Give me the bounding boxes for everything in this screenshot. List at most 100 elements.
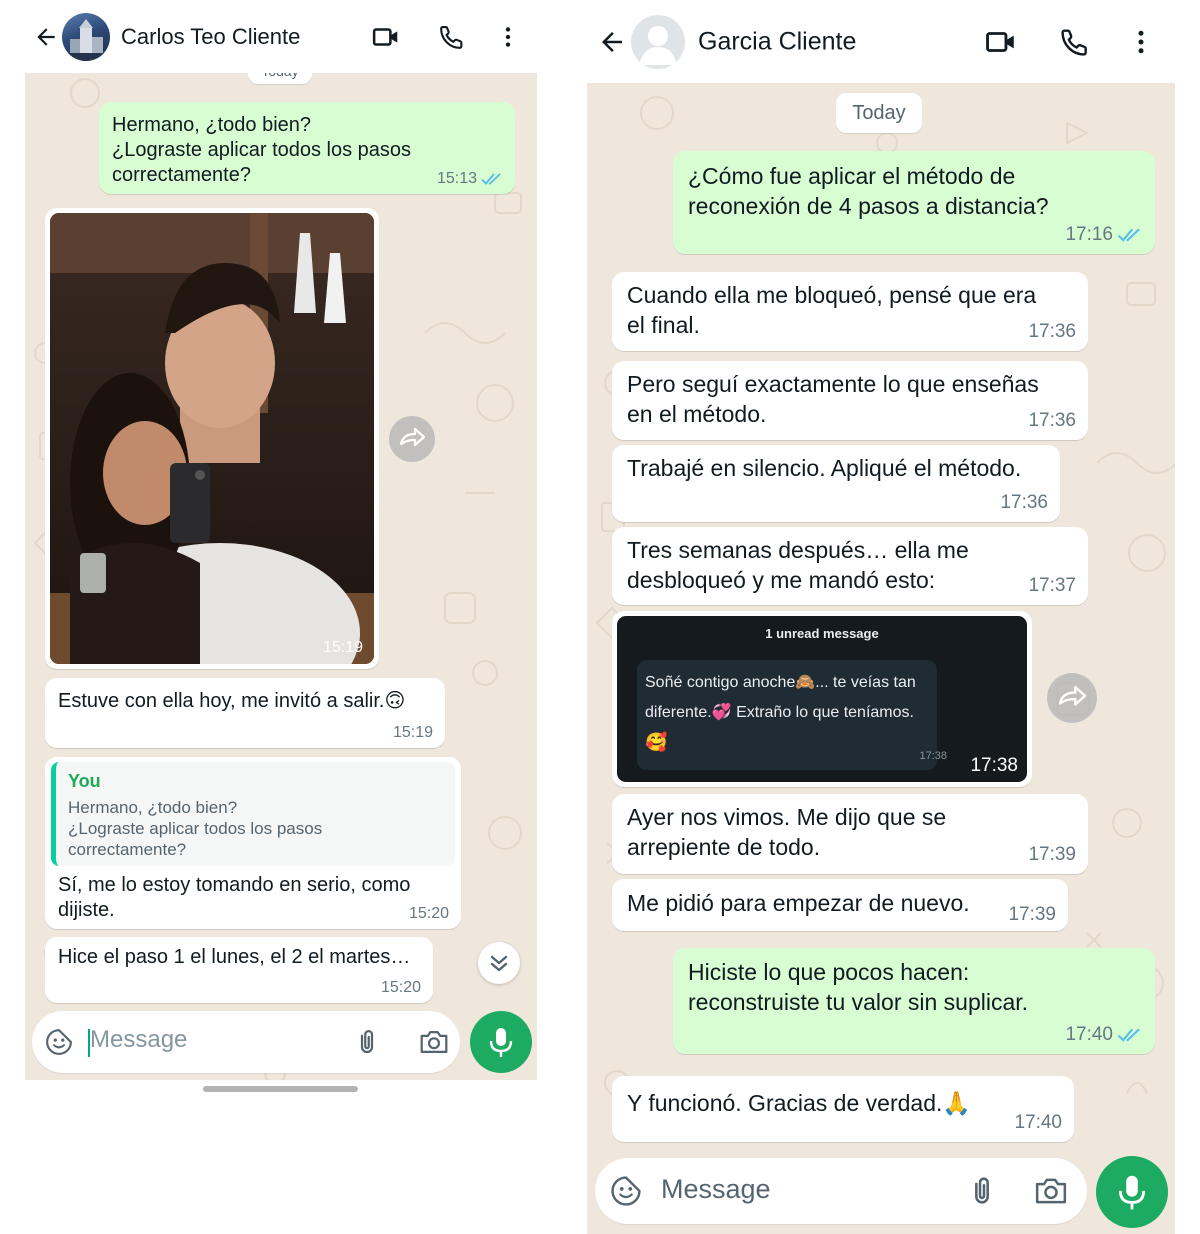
message-meta: 17:36 bbox=[1028, 410, 1076, 432]
message-bubble-incoming[interactable]: Ayer nos vimos. Me dijo que se arrepient… bbox=[612, 794, 1088, 874]
message-time: 17:37 bbox=[1028, 575, 1076, 596]
message-bubble-photo[interactable]: 15:19 bbox=[45, 208, 379, 669]
message-meta: 15:13 bbox=[437, 170, 503, 188]
date-pill: Today bbox=[836, 93, 922, 133]
forward-button[interactable] bbox=[389, 416, 435, 462]
message-time: 17:40 bbox=[1065, 1024, 1113, 1045]
voice-record-button[interactable] bbox=[470, 1011, 532, 1073]
message-composer[interactable]: Message bbox=[595, 1158, 1087, 1224]
gesture-bar[interactable] bbox=[203, 1086, 358, 1092]
forward-icon bbox=[399, 427, 426, 447]
message-text: Hice el paso 1 el lunes, el 2 el martes… bbox=[58, 946, 411, 968]
message-text: Me pidió para empezar de nuevo. bbox=[627, 890, 970, 916]
read-ticks-icon bbox=[1117, 228, 1140, 242]
chat-area[interactable]: Today ¿Cómo fue aplicar el método de rec… bbox=[587, 83, 1175, 1234]
chat-header: Garcia Cliente bbox=[587, 0, 1175, 83]
quoted-chat-bubble: Soñé contigo anoche🙈... te veías tan dif… bbox=[637, 660, 947, 770]
camera-icon[interactable] bbox=[1033, 1174, 1069, 1208]
read-ticks-icon bbox=[481, 173, 501, 185]
attach-icon[interactable] bbox=[965, 1174, 999, 1208]
message-time: 17:38 bbox=[970, 755, 1018, 776]
message-text: Estuve con ella hoy, me invitó a salir.🙃 bbox=[58, 690, 406, 712]
message-composer[interactable]: Message bbox=[32, 1011, 460, 1073]
more-vert-icon[interactable] bbox=[495, 24, 521, 50]
contact-name[interactable]: Carlos Teo Cliente bbox=[121, 24, 300, 50]
message-time: 15:19 bbox=[392, 724, 433, 741]
message-bubble-incoming[interactable]: Estuve con ella hoy, me invitó a salir.🙃… bbox=[45, 678, 445, 748]
message-bubble-outgoing[interactable]: Hermano, ¿todo bien? ¿Lograste aplicar t… bbox=[99, 102, 515, 194]
contact-name[interactable]: Garcia Cliente bbox=[698, 27, 856, 56]
voice-record-button[interactable] bbox=[1096, 1156, 1168, 1228]
video-call-icon[interactable] bbox=[984, 25, 1018, 59]
message-text: Trabajé en silencio. Apliqué el método. bbox=[627, 455, 1022, 481]
message-input[interactable]: Message bbox=[661, 1174, 771, 1205]
unread-label: 1 unread message bbox=[765, 626, 879, 641]
message-meta: 15:20 bbox=[381, 979, 421, 997]
message-bubble-reply[interactable]: You Hermano, ¿todo bien? ¿Lograste aplic… bbox=[45, 757, 461, 929]
message-time: 15:19 bbox=[322, 639, 363, 656]
message-meta: 15:20 bbox=[409, 905, 449, 923]
default-avatar-icon bbox=[639, 25, 677, 65]
message-bubble-incoming[interactable]: Me pidió para empezar de nuevo. 17:39 bbox=[612, 879, 1068, 931]
message-meta: 17:36 bbox=[1028, 321, 1076, 343]
voice-call-icon[interactable] bbox=[438, 23, 466, 51]
shared-photo[interactable] bbox=[50, 213, 374, 664]
sticker-icon[interactable] bbox=[44, 1027, 74, 1057]
message-input[interactable]: Message bbox=[90, 1026, 187, 1054]
message-time: 17:40 bbox=[1014, 1112, 1062, 1133]
scroll-down-button[interactable] bbox=[478, 942, 520, 984]
camera-icon[interactable] bbox=[418, 1027, 450, 1057]
message-time: 15:20 bbox=[380, 979, 421, 996]
message-bubble-incoming[interactable]: Y funcionó. Gracias de verdad.🙏 17:40 bbox=[612, 1076, 1074, 1142]
chat-area[interactable]: Today Hermano, ¿todo bien? ¿Lograste apl… bbox=[25, 73, 537, 1080]
message-meta: 17:39 bbox=[1008, 904, 1056, 926]
message-meta: 17:36 bbox=[1000, 492, 1048, 514]
message-bubble-image[interactable]: 1 unread message Soñé contigo anoche🙈...… bbox=[612, 611, 1032, 787]
quote-author: You bbox=[68, 771, 101, 791]
sticker-icon[interactable] bbox=[609, 1174, 643, 1208]
emoji: 🙏 bbox=[942, 1090, 972, 1116]
message-bubble-incoming[interactable]: Hice el paso 1 el lunes, el 2 el martes…… bbox=[45, 937, 433, 1003]
message-meta: 17:39 bbox=[1028, 844, 1076, 866]
message-bubble-outgoing[interactable]: Hiciste lo que pocos hacen: reconstruist… bbox=[673, 948, 1155, 1054]
attach-icon[interactable] bbox=[352, 1027, 382, 1057]
back-arrow-icon[interactable] bbox=[597, 27, 627, 57]
message-time: 15:13 bbox=[436, 170, 477, 187]
message-text: Tres semanas después… ella me desbloqueó… bbox=[627, 537, 969, 593]
left-chat-screen: Carlos Teo Cliente Today Hermano, ¿todo … bbox=[25, 0, 537, 1100]
message-bubble-incoming[interactable]: Tres semanas después… ella me desbloqueó… bbox=[612, 527, 1088, 605]
message-time: 17:16 bbox=[1065, 224, 1113, 245]
message-meta: 17:38 bbox=[970, 755, 1018, 777]
message-time: 17:39 bbox=[1028, 844, 1076, 865]
right-chat-screen: Garcia Cliente Today ¿Cómo fue aplicar e… bbox=[587, 0, 1175, 1234]
quoted-message[interactable]: You Hermano, ¿todo bien? ¿Lograste aplic… bbox=[51, 762, 455, 866]
message-text: Hermano, ¿todo bien? ¿Lograste aplicar t… bbox=[112, 114, 412, 186]
message-bubble-outgoing[interactable]: ¿Cómo fue aplicar el método de reconexió… bbox=[673, 151, 1155, 254]
forward-icon bbox=[1058, 685, 1087, 706]
contact-avatar[interactable] bbox=[62, 12, 110, 61]
message-text: Cuando ella me bloqueó, pensé que era el… bbox=[627, 282, 1037, 338]
message-text: ¿Cómo fue aplicar el método de reconexió… bbox=[688, 163, 1049, 219]
screenshot-time: 17:38 bbox=[919, 750, 947, 762]
chat-header: Carlos Teo Cliente bbox=[25, 0, 537, 73]
screenshot-emoji: 🥰 bbox=[645, 732, 668, 752]
message-bubble-incoming[interactable]: Pero seguí exactamente lo que enseñas en… bbox=[612, 361, 1088, 440]
message-text: Pero seguí exactamente lo que enseñas en… bbox=[627, 371, 1039, 427]
video-call-icon[interactable] bbox=[371, 22, 401, 52]
message-text: Ayer nos vimos. Me dijo que se arrepient… bbox=[627, 804, 947, 860]
contact-avatar[interactable] bbox=[631, 14, 685, 69]
screenshot-line-1: Soñé contigo anoche🙈... te veías tan bbox=[645, 674, 916, 691]
screenshot-line-2: diferente.💞 Extraño lo que teníamos. bbox=[645, 704, 914, 721]
shared-screenshot[interactable]: 1 unread message Soñé contigo anoche🙈...… bbox=[617, 616, 1027, 782]
mic-icon bbox=[489, 1028, 513, 1057]
message-bubble-incoming[interactable]: Cuando ella me bloqueó, pensé que era el… bbox=[612, 272, 1088, 351]
forward-button[interactable] bbox=[1047, 673, 1097, 723]
read-ticks-icon bbox=[1117, 1028, 1140, 1042]
message-meta: 17:37 bbox=[1028, 575, 1076, 597]
message-meta: 15:19 bbox=[323, 639, 363, 657]
message-bubble-incoming[interactable]: Trabajé en silencio. Apliqué el método. … bbox=[612, 445, 1060, 522]
more-vert-icon[interactable] bbox=[1126, 27, 1156, 57]
quote-text: Hermano, ¿todo bien? ¿Lograste aplicar t… bbox=[68, 798, 323, 859]
voice-call-icon[interactable] bbox=[1059, 26, 1091, 58]
back-arrow-icon[interactable] bbox=[33, 24, 59, 50]
